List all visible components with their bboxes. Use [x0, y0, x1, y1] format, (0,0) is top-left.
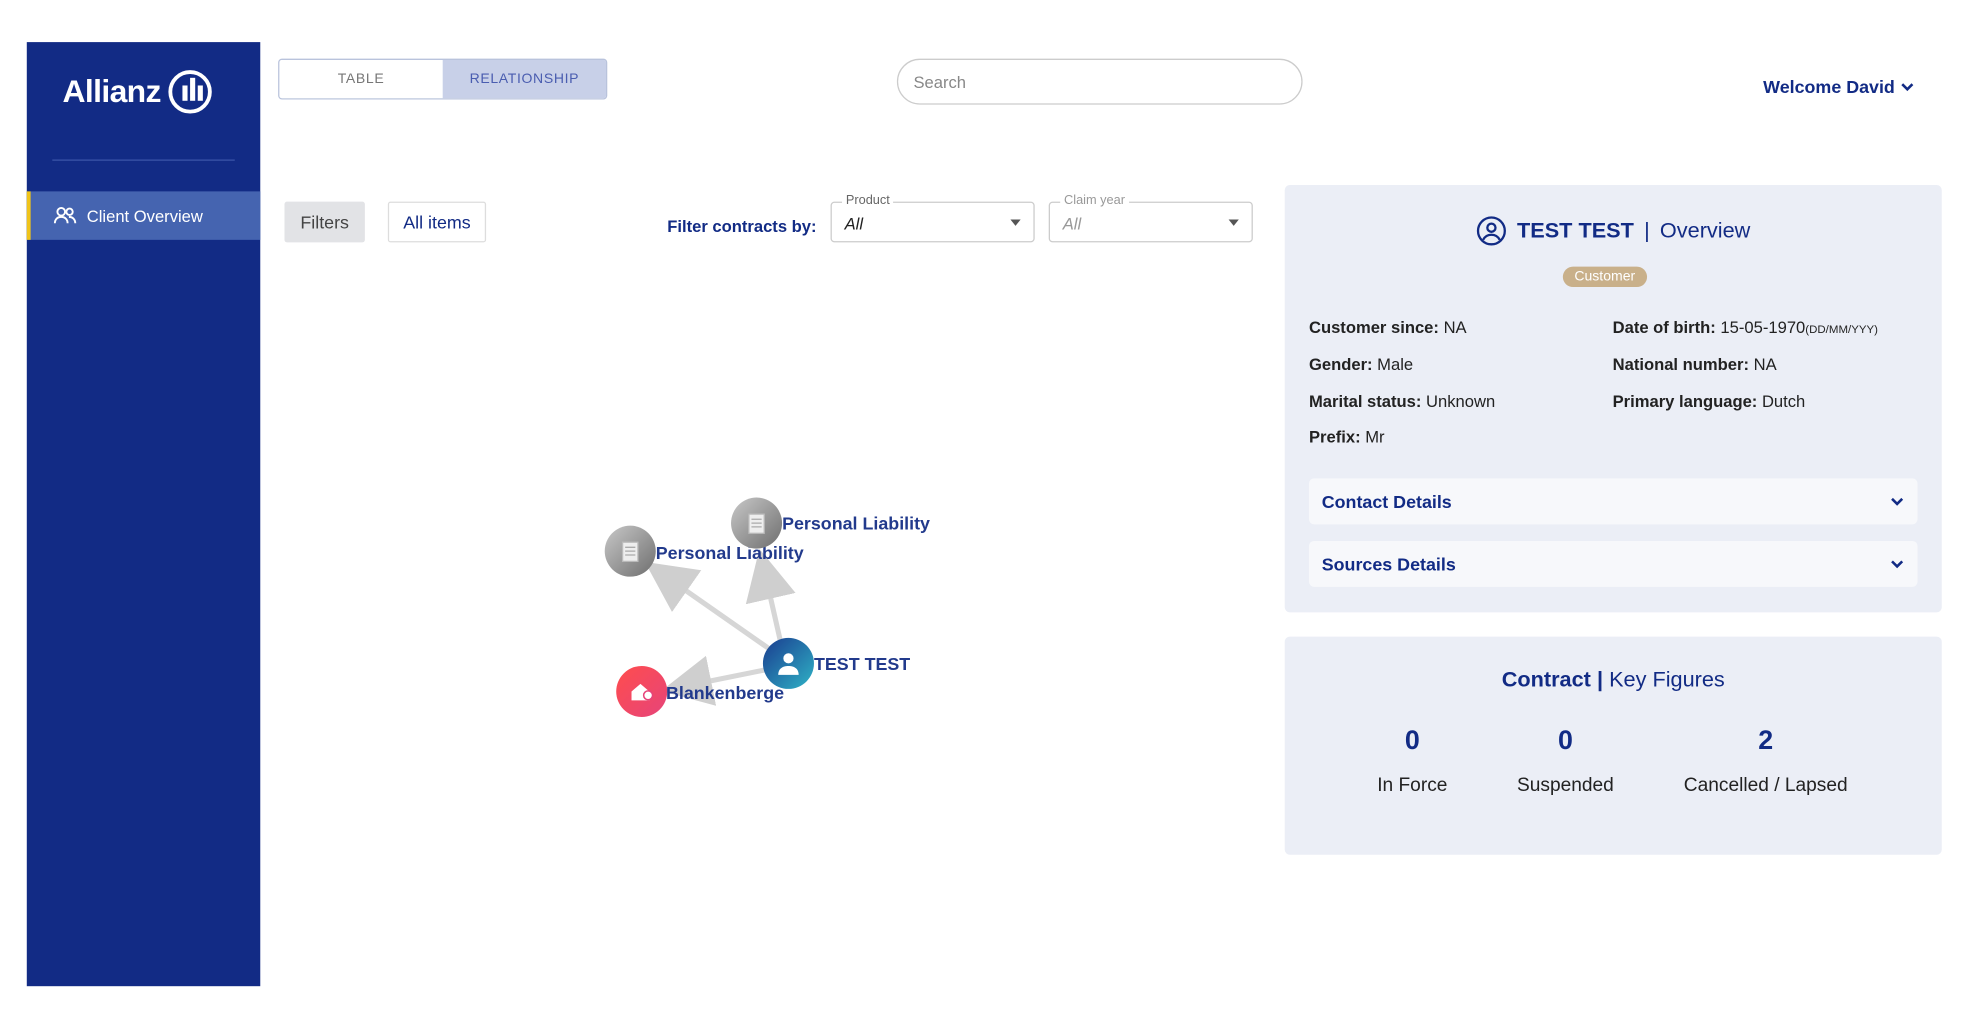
field-national-number: National number: NA — [1613, 355, 1777, 374]
sidebar: Allianz Client Overview — [26, 42, 261, 987]
relationship-graph[interactable]: Personal Liability Personal Liability TE… — [549, 472, 983, 753]
chevron-down-icon — [1891, 497, 1904, 506]
key-figures-title: Contract | Key Figures — [1285, 667, 1942, 693]
brand-name: Allianz — [62, 73, 162, 110]
accordion-label: Sources Details — [1321, 553, 1456, 575]
title-separator: | — [1644, 218, 1650, 243]
key-figures-panel: Contract | Key Figures 0 In Force 0 Susp… — [1284, 636, 1942, 855]
tab-relationship[interactable]: RELATIONSHIP — [442, 59, 607, 99]
kf-value: 0 — [1557, 725, 1573, 756]
field-label: Date of birth: — [1612, 317, 1716, 337]
client-name: TEST TEST — [1516, 218, 1634, 243]
graph-node-label: Personal Liability — [782, 512, 930, 534]
view-toggle: TABLE RELATIONSHIP — [278, 58, 608, 100]
field-marital-status: Marital status: Unknown — [1309, 392, 1495, 411]
field-label: Gender: — [1308, 354, 1373, 374]
kf-label: Cancelled / Lapsed — [1683, 774, 1848, 797]
kf-label: Suspended — [1516, 774, 1614, 797]
field-value: Dutch — [1761, 391, 1806, 411]
kf-value: 0 — [1404, 725, 1420, 756]
field-customer-since: Customer since: NA — [1309, 318, 1467, 337]
status-badge: Customer — [1562, 266, 1647, 288]
sources-details-accordion[interactable]: Sources Details — [1308, 540, 1918, 587]
document-icon — [748, 512, 765, 534]
field-date-of-birth: Date of birth: 15-05-1970(DD/MM/YYY) — [1613, 318, 1878, 337]
title-separator: | — [1596, 667, 1604, 692]
kf-suspended: 0 Suspended — [1489, 726, 1642, 796]
filters-button[interactable]: Filters — [284, 201, 365, 243]
field-label: National number: — [1612, 354, 1750, 374]
field-label: Customer since: — [1308, 317, 1439, 337]
users-icon — [53, 206, 77, 224]
dropdown-arrow-icon — [1010, 219, 1021, 226]
contact-details-accordion[interactable]: Contact Details — [1308, 478, 1918, 525]
all-items-button[interactable]: All items — [387, 201, 487, 243]
allianz-logo[interactable]: Allianz — [62, 70, 212, 114]
field-value: NA — [1753, 354, 1777, 374]
sidebar-item-client-overview[interactable]: Client Overview — [26, 191, 261, 240]
search-input[interactable] — [896, 58, 1303, 105]
filter-contracts-label: Filter contracts by: — [667, 216, 817, 237]
field-label: Prefix: — [1308, 427, 1361, 447]
field-value: Unknown — [1426, 391, 1496, 411]
overview-section-label: Overview — [1659, 218, 1751, 243]
dropdown-arrow-icon — [1228, 219, 1239, 226]
graph-node-address[interactable] — [616, 665, 668, 717]
graph-node-contract[interactable] — [731, 497, 783, 549]
kf-label: In Force — [1377, 774, 1448, 797]
home-location-icon — [631, 683, 654, 701]
document-icon — [621, 540, 639, 562]
field-label: Primary language: — [1612, 391, 1758, 411]
field-gender: Gender: Male — [1309, 355, 1413, 374]
product-select-label: Product — [842, 193, 894, 208]
key-figures-title-rest: Key Figures — [1609, 667, 1725, 692]
date-format-hint: (DD/MM/YYY) — [1805, 322, 1878, 336]
graph-node-label: TEST TEST — [813, 653, 911, 674]
welcome-label: Welcome David — [1763, 76, 1895, 97]
graph-node-label: Personal Liability — [655, 542, 804, 563]
graph-node-person[interactable] — [762, 637, 814, 689]
tab-table[interactable]: TABLE — [279, 59, 443, 99]
field-value: Mr — [1365, 427, 1385, 447]
graph-node-contract[interactable] — [604, 525, 656, 577]
field-prefix: Prefix: Mr — [1309, 427, 1385, 446]
sidebar-divider — [52, 159, 235, 161]
field-primary-language: Primary language: Dutch — [1613, 392, 1806, 411]
claim-year-select-value: All — [1062, 214, 1082, 234]
kf-in-force: 0 In Force — [1336, 726, 1489, 796]
kf-cancelled-lapsed: 2 Cancelled / Lapsed — [1664, 726, 1868, 796]
accordion-label: Contact Details — [1321, 491, 1452, 512]
user-menu[interactable]: Welcome David — [1763, 77, 1915, 97]
claim-year-select-label: Claim year — [1060, 193, 1129, 208]
person-icon — [778, 653, 799, 675]
field-value: Male — [1377, 354, 1414, 374]
field-value: 15-05-1970 — [1720, 317, 1806, 337]
product-select[interactable]: Product All — [830, 193, 1035, 243]
sidebar-item-label: Client Overview — [86, 206, 203, 226]
claim-year-select[interactable]: Claim year All — [1048, 193, 1253, 243]
field-label: Marital status: — [1308, 391, 1422, 411]
client-overview-panel: TEST TEST | Overview Customer Customer s… — [1284, 184, 1942, 613]
overview-title: TEST TEST | Overview — [1285, 216, 1942, 247]
key-figures-title-bold: Contract — [1501, 667, 1591, 692]
graph-node-label: Blankenberge — [665, 682, 785, 703]
allianz-eagle-icon — [168, 70, 212, 114]
chevron-down-icon — [1891, 560, 1904, 569]
user-circle-icon — [1476, 216, 1507, 246]
field-value: NA — [1443, 317, 1467, 337]
chevron-down-icon — [1901, 83, 1914, 92]
product-select-value: All — [844, 214, 864, 234]
kf-value: 2 — [1758, 725, 1774, 756]
